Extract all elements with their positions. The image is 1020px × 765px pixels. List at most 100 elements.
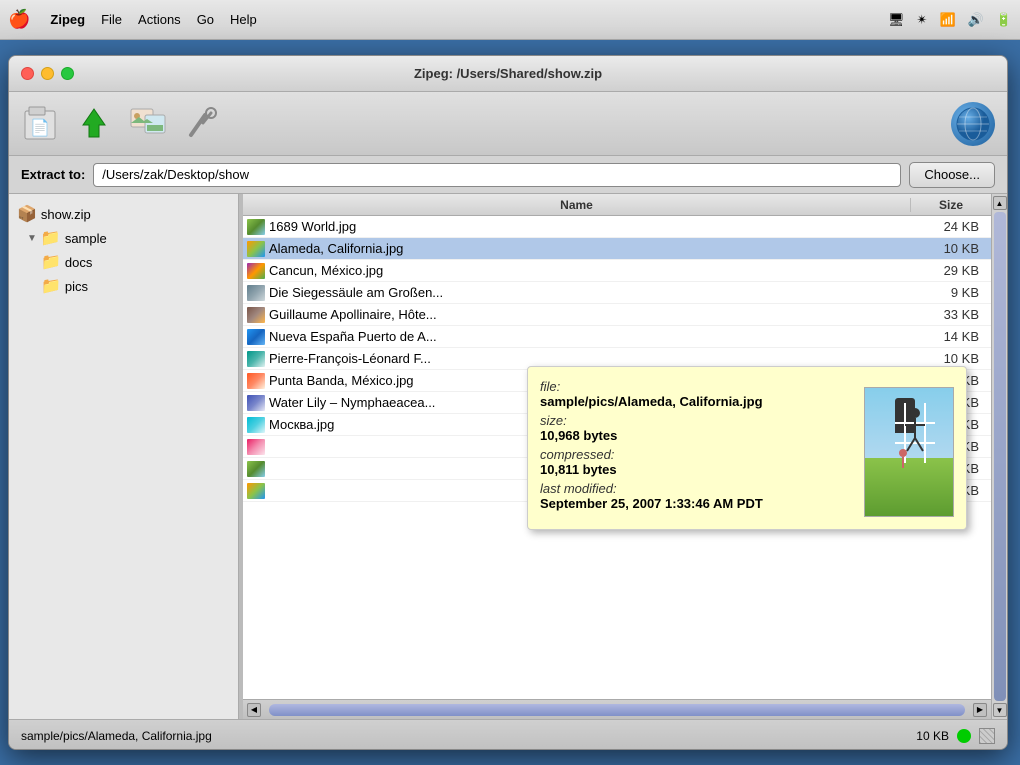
tooltip-size-value: 10,968 bytes	[540, 428, 854, 443]
svg-text:📄: 📄	[30, 118, 50, 137]
sample-folder-icon: 📁	[41, 228, 61, 248]
file-list-header: Name Size	[243, 194, 991, 216]
scroll-right-button[interactable]: ▶	[973, 703, 987, 717]
globe-button[interactable]	[951, 102, 995, 146]
file-thumbnail	[247, 395, 265, 411]
file-size-label: 33 KB	[917, 307, 987, 322]
sidebar-item-docs[interactable]: 📁 docs	[13, 250, 234, 274]
docs-folder-icon: 📁	[41, 252, 61, 272]
triangle-icon: ▼	[27, 233, 37, 244]
extract-path-field[interactable]: /Users/zak/Desktop/show	[93, 163, 901, 187]
vertical-scroll-thumb[interactable]	[994, 212, 1006, 701]
tooltip-size-label: size:	[540, 413, 854, 428]
titlebar: Zipeg: /Users/Shared/show.zip	[9, 56, 1007, 92]
table-row[interactable]: Cancun, México.jpg29 KB	[243, 260, 991, 282]
preview-icon	[129, 105, 167, 143]
file-name-label: Cancun, México.jpg	[269, 263, 917, 278]
apple-menu[interactable]: 🍎	[8, 9, 30, 30]
scroll-down-button[interactable]: ▼	[993, 703, 1007, 717]
file-size-label: 10 KB	[917, 351, 987, 366]
file-thumbnail	[247, 417, 265, 433]
table-row[interactable]: Alameda, California.jpg10 KB	[243, 238, 991, 260]
tooltip-file-label: file:	[540, 379, 854, 394]
sidebar-item-pics[interactable]: 📁 pics	[13, 274, 234, 298]
file-name-label: Nueva España Puerto de A...	[269, 329, 917, 344]
status-path: sample/pics/Alameda, California.jpg	[21, 729, 908, 743]
file-size-label: 14 KB	[917, 329, 987, 344]
tooltip-modified-label: last modified:	[540, 481, 854, 496]
vertical-scrollbar[interactable]: ▲ ▼	[991, 194, 1007, 719]
file-thumbnail	[247, 461, 265, 477]
file-tooltip: file: sample/pics/Alameda, California.jp…	[527, 366, 967, 530]
file-thumbnail	[247, 329, 265, 345]
file-thumbnail	[247, 263, 265, 279]
menubar-actions[interactable]: Actions	[138, 12, 181, 27]
extract-label: Extract to:	[21, 167, 85, 182]
file-thumbnail	[247, 219, 265, 235]
scroll-up-button[interactable]: ▲	[993, 196, 1007, 210]
file-size-label: 24 KB	[917, 219, 987, 234]
minimize-button[interactable]	[41, 67, 54, 80]
status-indicator	[957, 729, 971, 743]
scroll-left-button[interactable]: ◀	[247, 703, 261, 717]
battery-icon: 🔋	[996, 12, 1012, 28]
extract-button[interactable]: 📄	[21, 105, 59, 143]
horizontal-scrollbar[interactable]: ◀ ▶	[243, 699, 991, 719]
file-name-label: Guillaume Apollinaire, Hôte...	[269, 307, 917, 322]
menubar-help[interactable]: Help	[230, 12, 257, 27]
archive-icon	[75, 105, 113, 143]
table-row[interactable]: Die Siegessäule am Großen...9 KB	[243, 282, 991, 304]
tooltip-file-value: sample/pics/Alameda, California.jpg	[540, 394, 854, 409]
close-button[interactable]	[21, 67, 34, 80]
tooltip-compressed-value: 10,811 bytes	[540, 462, 854, 477]
sidebar-item-sample[interactable]: ▼ 📁 sample	[13, 226, 234, 250]
file-thumbnail	[247, 241, 265, 257]
bluetooth-icon: ✴	[917, 12, 928, 28]
preview-button[interactable]	[129, 105, 167, 143]
sidebar-pics-label: pics	[65, 279, 88, 294]
extract-icon: 📄	[21, 105, 59, 143]
choose-button[interactable]: Choose...	[909, 162, 995, 188]
file-thumbnail	[247, 307, 265, 323]
sidebar-showzip-label: show.zip	[41, 207, 91, 222]
status-size: 10 KB	[916, 729, 949, 743]
traffic-lights	[21, 67, 74, 80]
file-name-label: 1689 World.jpg	[269, 219, 917, 234]
tools-button[interactable]	[183, 105, 221, 143]
main-window: Zipeg: /Users/Shared/show.zip 📄	[8, 55, 1008, 750]
menubar-go[interactable]: Go	[197, 12, 214, 27]
file-size-label: 10 KB	[917, 241, 987, 256]
window-title: Zipeg: /Users/Shared/show.zip	[414, 66, 602, 81]
table-row[interactable]: Nueva España Puerto de A...14 KB	[243, 326, 991, 348]
archive-button[interactable]	[75, 105, 113, 143]
tooltip-modified-value: September 25, 2007 1:33:46 AM PDT	[540, 496, 854, 511]
tooltip-compressed-label: compressed:	[540, 447, 854, 462]
column-header-name[interactable]: Name	[243, 198, 911, 212]
extract-bar: Extract to: /Users/zak/Desktop/show Choo…	[9, 156, 1007, 194]
zip-icon: 📦	[17, 204, 37, 224]
file-size-label: 9 KB	[917, 285, 987, 300]
statusbar: sample/pics/Alameda, California.jpg 10 K…	[9, 719, 1007, 750]
file-name-label: Pierre-François-Léonard F...	[269, 351, 917, 366]
horizontal-scroll-track[interactable]	[269, 704, 965, 716]
display-icon: 🖥	[888, 12, 905, 28]
table-row[interactable]: 1689 World.jpg24 KB	[243, 216, 991, 238]
file-thumbnail	[247, 483, 265, 499]
table-row[interactable]: Guillaume Apollinaire, Hôte...33 KB	[243, 304, 991, 326]
file-thumbnail	[247, 285, 265, 301]
tooltip-preview	[864, 387, 954, 517]
menubar-right-icons: 🖥 ✴ 📶 🔊 🔋	[888, 12, 1012, 28]
file-thumbnail	[247, 439, 265, 455]
maximize-button[interactable]	[61, 67, 74, 80]
menubar-file[interactable]: File	[101, 12, 122, 27]
sidebar-sample-label: sample	[65, 231, 107, 246]
file-name-label: Alameda, California.jpg	[269, 241, 917, 256]
column-header-size[interactable]: Size	[911, 198, 991, 212]
extract-path-value: /Users/zak/Desktop/show	[102, 167, 249, 182]
menubar-app-name[interactable]: Zipeg	[50, 12, 85, 27]
sidebar-item-showzip[interactable]: 📦 show.zip	[13, 202, 234, 226]
volume-icon: 🔊	[968, 12, 984, 28]
status-hatch	[979, 728, 995, 744]
sidebar-docs-label: docs	[65, 255, 92, 270]
pics-folder-icon: 📁	[41, 276, 61, 296]
